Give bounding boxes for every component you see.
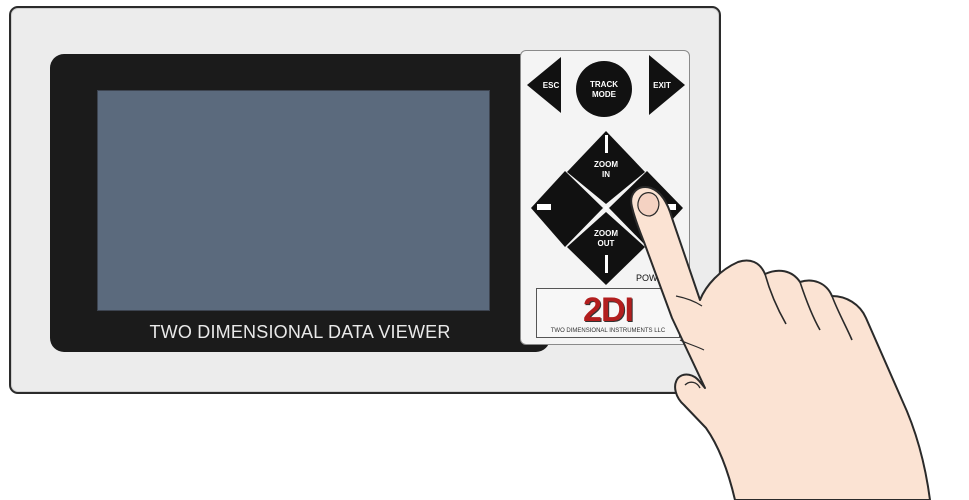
pointing-hand-icon xyxy=(630,186,931,500)
